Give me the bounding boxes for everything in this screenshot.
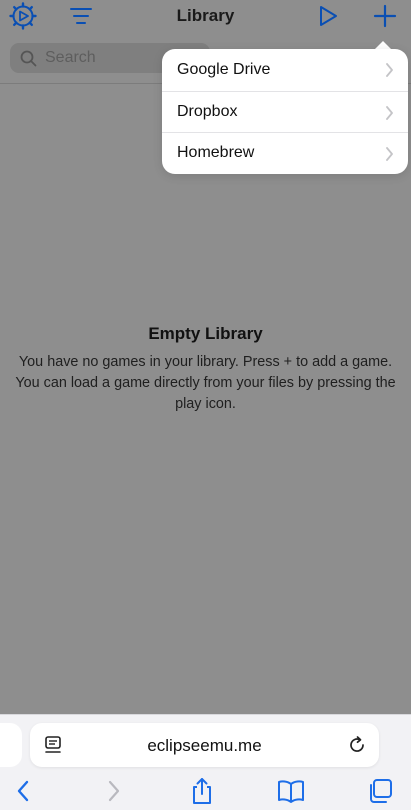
- chevron-left-icon: [17, 780, 29, 802]
- page-title: Library: [176, 6, 235, 25]
- url-text: eclipseemu.me: [147, 736, 262, 755]
- book-icon: [278, 780, 304, 803]
- play-icon: [320, 6, 337, 26]
- chevron-right-icon: [386, 147, 393, 162]
- empty-state-message: You have no games in your library. Press…: [15, 354, 396, 412]
- menu-item-label: Homebrew: [177, 144, 255, 162]
- address-bar[interactable]: eclipseemu.me: [30, 723, 379, 767]
- menu-item-homebrew[interactable]: Homebrew: [162, 132, 408, 174]
- previous-tab-pill[interactable]: [0, 723, 22, 767]
- add-game-button[interactable]: [371, 2, 399, 30]
- play-button[interactable]: [315, 3, 341, 29]
- empty-state: Empty Library You have no games in your …: [0, 324, 411, 415]
- chevron-right-icon: [386, 63, 393, 77]
- browser-toolbar: eclipseemu.me: [0, 714, 411, 810]
- chevron-right-icon: [386, 105, 393, 120]
- empty-state-title: Empty Library: [148, 324, 263, 343]
- back-button[interactable]: [9, 777, 37, 805]
- forward-button[interactable]: [100, 777, 128, 805]
- tabs-button[interactable]: [366, 777, 394, 805]
- menu-item-dropbox[interactable]: Dropbox: [162, 90, 408, 133]
- share-icon: [193, 778, 211, 804]
- menu-item-label: Google Drive: [177, 60, 271, 78]
- menu-item-google-drive[interactable]: Google Drive: [162, 49, 408, 91]
- chevron-right-icon: [108, 780, 120, 802]
- share-button[interactable]: [188, 777, 216, 805]
- search-icon: [20, 50, 37, 66]
- bookmarks-button[interactable]: [277, 777, 305, 805]
- navbar: Library: [0, 0, 411, 34]
- menu-item-label: Dropbox: [177, 102, 238, 120]
- add-source-menu: Google Drive Dropbox Homebrew: [162, 49, 408, 174]
- reload-icon[interactable]: [347, 735, 367, 755]
- tabs-icon: [370, 779, 392, 803]
- plus-icon: [373, 4, 397, 28]
